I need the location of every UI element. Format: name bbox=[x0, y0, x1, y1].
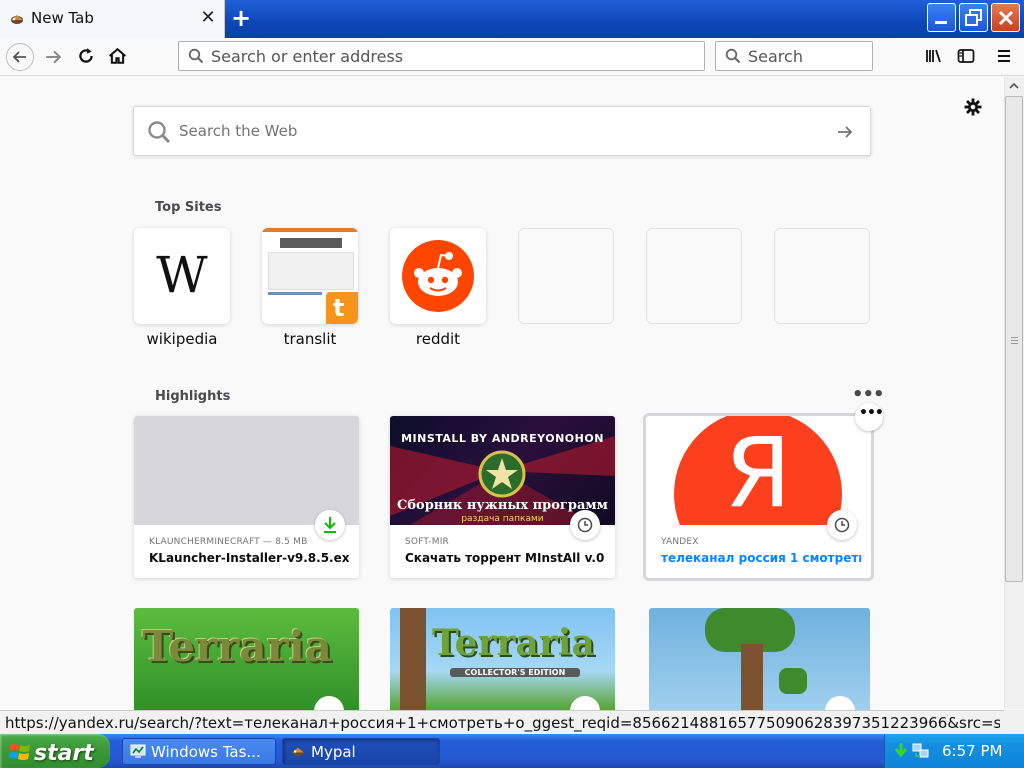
download-icon bbox=[315, 510, 345, 540]
translit-thumb-body bbox=[268, 252, 354, 290]
top-site-empty[interactable] bbox=[646, 228, 742, 324]
tray-clock: 6:57 PM bbox=[942, 742, 1003, 760]
minimize-button[interactable] bbox=[927, 3, 956, 32]
more-options-icon: ••• bbox=[859, 405, 884, 421]
search-icon bbox=[148, 121, 171, 144]
highlight-card[interactable]: MINSTALL BY ANDREYONOHON Сборник нужных … bbox=[390, 416, 615, 578]
search-icon bbox=[725, 48, 741, 64]
address-bar[interactable] bbox=[178, 41, 705, 71]
highlight-image-caption: MINSTALL BY ANDREYONOHON bbox=[401, 432, 604, 445]
reddit-alien-icon bbox=[402, 240, 474, 312]
yandex-letter: Я bbox=[724, 417, 792, 525]
mypal-favicon-icon bbox=[11, 15, 23, 24]
web-search-box[interactable] bbox=[133, 106, 871, 156]
library-icon[interactable] bbox=[925, 48, 943, 64]
tree-trunk-shape bbox=[741, 644, 763, 713]
taskbar-item-task-manager[interactable]: Windows Tas... bbox=[122, 738, 276, 765]
search-icon bbox=[188, 48, 204, 64]
network-icon[interactable] bbox=[912, 742, 930, 759]
hamburger-menu-icon[interactable] bbox=[996, 48, 1012, 64]
web-search-input[interactable] bbox=[179, 122, 819, 140]
status-url: https://yandex.ru/search/?text=телеканал… bbox=[5, 714, 1000, 732]
back-arrow-icon bbox=[12, 51, 26, 63]
translit-thumb-line bbox=[268, 292, 322, 295]
highlight-title: телеканал россия 1 смотреть о... bbox=[661, 551, 861, 565]
highlight-source: SOFT-MIR bbox=[405, 537, 450, 547]
download-arrow-icon[interactable] bbox=[893, 742, 909, 759]
address-input[interactable] bbox=[211, 47, 691, 66]
highlights-menu-icon[interactable]: ••• bbox=[852, 384, 885, 405]
clock-icon bbox=[827, 510, 857, 540]
highlight-image-text: Terraria bbox=[142, 622, 332, 671]
translit-logo-icon: t bbox=[326, 292, 358, 324]
wikipedia-w-icon: W bbox=[156, 246, 208, 304]
clock-icon bbox=[570, 510, 600, 540]
restore-button[interactable] bbox=[959, 3, 988, 32]
top-site-empty[interactable] bbox=[774, 228, 870, 324]
highlight-source: KLAUNCHERMINECRAFT — 8.5 MB bbox=[149, 537, 308, 547]
highlight-card-focused[interactable]: Я YANDEX телеканал россия 1 смотреть о..… bbox=[646, 416, 871, 578]
search-input[interactable] bbox=[748, 47, 866, 66]
start-label: start bbox=[34, 741, 94, 766]
top-site-label: translit bbox=[283, 330, 337, 348]
top-site-translit[interactable]: t bbox=[262, 228, 358, 324]
highlight-card[interactable]: Terraria COLLECTOR'S EDITION bbox=[390, 608, 615, 713]
home-icon[interactable] bbox=[108, 47, 127, 65]
taskbar-item-label: Mypal bbox=[311, 743, 356, 761]
top-site-wikipedia[interactable]: W bbox=[134, 228, 230, 324]
search-submit-arrow-icon[interactable] bbox=[836, 123, 854, 141]
top-site-empty[interactable] bbox=[518, 228, 614, 324]
highlight-card[interactable]: KLAUNCHERMINECRAFT — 8.5 MB KLauncher-In… bbox=[134, 416, 359, 578]
highlight-source: YANDEX bbox=[661, 537, 699, 547]
tab-close-icon[interactable]: ✕ bbox=[199, 8, 217, 28]
highlight-title: Скачать торрент MInstAll v.02.0... bbox=[405, 551, 605, 565]
tab-title: New Tab bbox=[31, 9, 94, 27]
close-window-button[interactable] bbox=[991, 3, 1020, 32]
task-manager-icon bbox=[130, 744, 146, 758]
windows-logo-icon bbox=[9, 744, 30, 760]
scroll-up-arrow-icon[interactable] bbox=[1007, 80, 1021, 92]
translit-thumb-banner bbox=[280, 238, 342, 248]
highlight-image: Я bbox=[646, 416, 871, 525]
gear-icon[interactable] bbox=[963, 97, 983, 117]
taskbar-item-mypal[interactable]: Mypal bbox=[282, 738, 440, 765]
highlight-image-subtitle: COLLECTOR'S EDITION bbox=[450, 668, 580, 677]
tree-leaves-shape bbox=[779, 668, 807, 694]
highlight-image: MINSTALL BY ANDREYONOHON Сборник нужных … bbox=[390, 416, 615, 525]
back-button[interactable] bbox=[6, 43, 34, 71]
highlight-image bbox=[134, 416, 359, 525]
thumb-grip-icon bbox=[1011, 337, 1018, 338]
close-icon bbox=[998, 10, 1014, 26]
top-site-label: wikipedia bbox=[146, 330, 218, 348]
highlight-title: KLauncher-Installer-v9.8.5.exe bbox=[149, 551, 349, 565]
tree-trunk-shape bbox=[400, 608, 426, 713]
top-site-reddit[interactable] bbox=[390, 228, 486, 324]
sidebar-icon[interactable] bbox=[957, 48, 975, 64]
top-site-label: reddit bbox=[415, 330, 461, 348]
mypal-icon bbox=[292, 747, 304, 757]
translit-header-strip bbox=[262, 228, 358, 232]
status-scroll-corner bbox=[1004, 710, 1024, 734]
highlights-heading: Highlights bbox=[155, 389, 231, 404]
scrollbar-thumb[interactable] bbox=[1005, 96, 1023, 582]
new-tab-button[interactable]: + bbox=[228, 5, 254, 31]
reload-icon[interactable] bbox=[77, 47, 95, 65]
top-sites-heading: Top Sites bbox=[155, 200, 222, 215]
taskbar-item-label: Windows Tas... bbox=[151, 743, 261, 761]
forward-arrow-icon[interactable] bbox=[44, 48, 62, 66]
highlight-card[interactable] bbox=[649, 608, 870, 713]
card-context-menu-button[interactable]: ••• bbox=[855, 403, 884, 431]
highlight-image-text: Terraria bbox=[432, 622, 595, 664]
highlight-card[interactable]: Terraria bbox=[134, 608, 359, 713]
search-bar[interactable] bbox=[715, 41, 873, 71]
restore-icon bbox=[965, 9, 982, 26]
minimize-icon bbox=[935, 21, 947, 24]
